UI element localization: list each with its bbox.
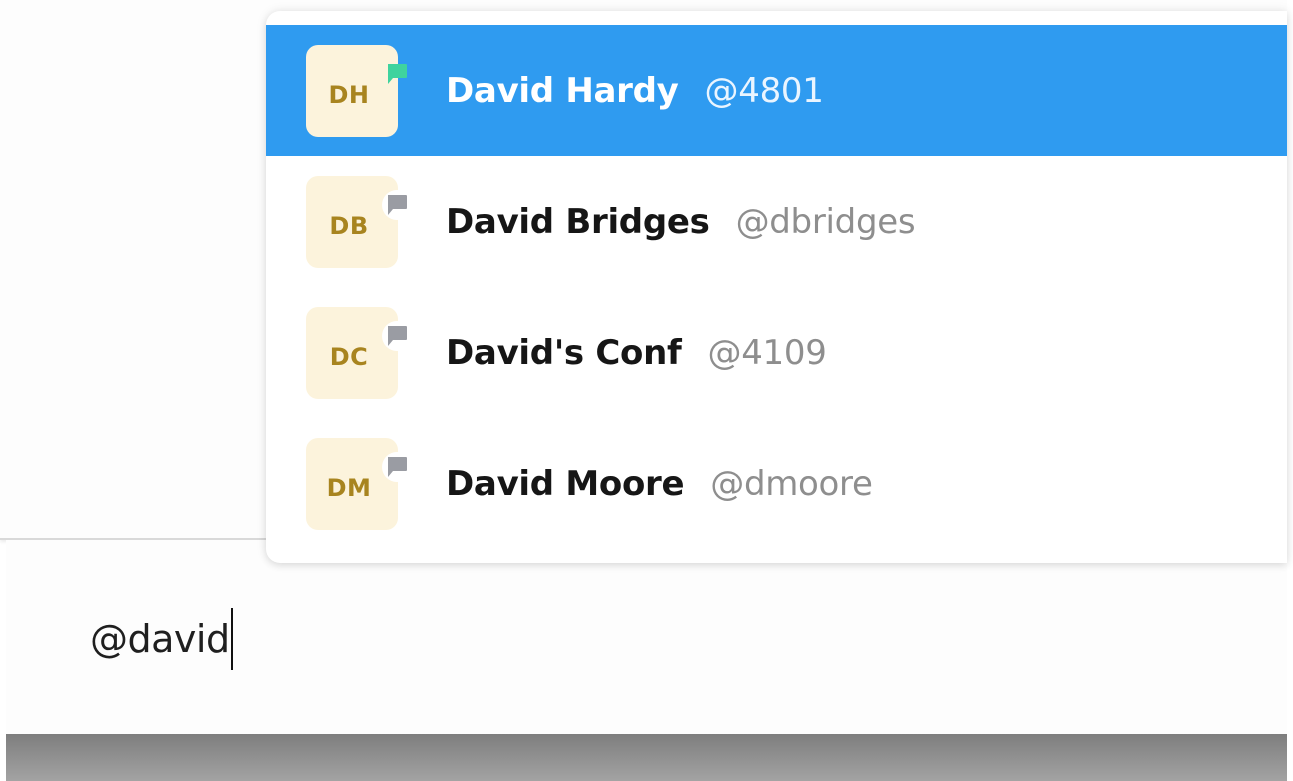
mention-item[interactable]: DC David's Conf @4109	[266, 287, 1287, 418]
mention-item[interactable]: DH David Hardy @4801	[266, 25, 1287, 156]
mention-name: David Hardy	[446, 70, 679, 111]
text-caret	[230, 608, 233, 670]
mention-handle: @4801	[704, 70, 824, 111]
chat-bubble-icon	[382, 189, 412, 220]
mention-item[interactable]: DB David Bridges @dbridges	[266, 156, 1287, 287]
mention-handle: @dmoore	[710, 463, 873, 504]
chat-window: @david DH David Hardy @4801 DB David Bri…	[0, 0, 1293, 781]
message-input-text: @david	[90, 617, 230, 661]
avatar: DH	[306, 44, 407, 137]
avatar-initials: DH	[328, 80, 370, 109]
mention-handle: @dbridges	[735, 201, 916, 242]
avatar-initials: DC	[329, 342, 369, 371]
mention-name: David Moore	[446, 463, 685, 504]
avatar: DB	[306, 175, 412, 268]
mention-item[interactable]: DM David Moore @dmoore	[266, 418, 1287, 549]
avatar-initials: DM	[326, 473, 372, 502]
chat-bubble-icon	[382, 59, 412, 89]
bottom-bar	[6, 734, 1287, 781]
avatar: DC	[306, 306, 412, 399]
chat-bubble-icon	[382, 451, 412, 482]
chat-bubble-icon	[382, 320, 412, 351]
mention-name: David Bridges	[446, 201, 710, 242]
avatar-initials: DB	[329, 211, 369, 240]
avatar: DM	[306, 437, 412, 530]
mention-autocomplete-popup: DH David Hardy @4801 DB David Bridges @d…	[266, 11, 1287, 563]
window-edge	[1287, 0, 1293, 781]
message-input[interactable]: @david	[90, 608, 233, 670]
mention-list: DH David Hardy @4801 DB David Bridges @d…	[266, 11, 1287, 549]
mention-handle: @4109	[707, 332, 827, 373]
mention-name: David's Conf	[446, 332, 682, 373]
